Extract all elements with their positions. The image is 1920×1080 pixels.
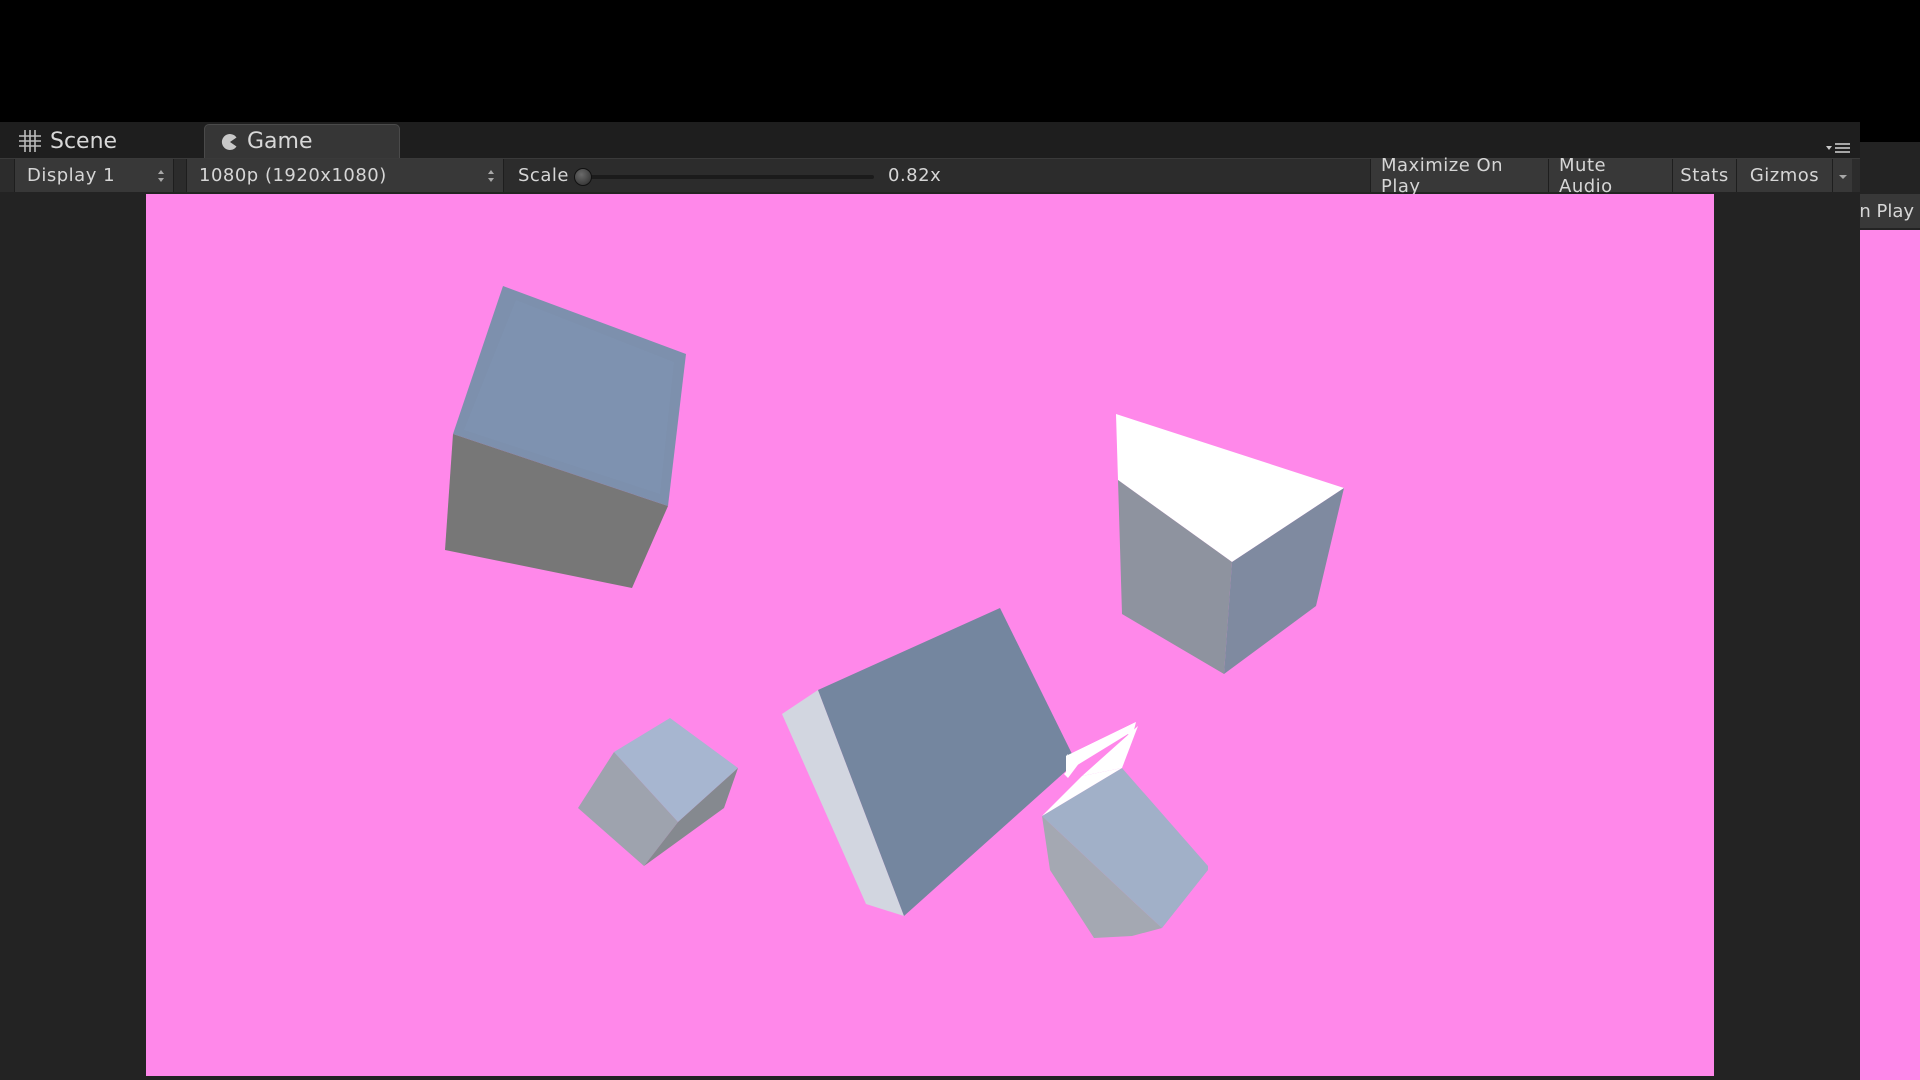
side-maximize-label: n Play [1860, 200, 1914, 222]
resolution-dropdown-label: 1080p (1920x1080) [199, 165, 387, 186]
tab-bar: Scene Game [0, 122, 1860, 158]
up-down-arrows-icon [157, 168, 165, 184]
tab-game-label: Game [247, 129, 313, 154]
chevron-down-icon [1838, 165, 1848, 186]
panel-bottom-edge [0, 1076, 1860, 1080]
scale-slider-thumb[interactable] [574, 168, 592, 186]
game-window: Scene Game Display 1 1080p (1920x1080) S… [0, 122, 1860, 1080]
gizmos-button[interactable]: Gizmos [1736, 159, 1832, 192]
secondary-game-window: n Play [1860, 142, 1920, 1080]
game-viewport[interactable] [146, 194, 1714, 1076]
tab-scene[interactable]: Scene [18, 124, 198, 158]
scale-slider-track[interactable] [578, 175, 874, 179]
tab-game[interactable]: Game [204, 124, 400, 158]
tab-scene-label: Scene [50, 128, 118, 154]
maximize-on-play-button[interactable]: Maximize On Play [1370, 155, 1548, 197]
stats-button[interactable]: Stats [1672, 159, 1736, 192]
scale-label: Scale [518, 165, 569, 186]
mute-audio-button[interactable]: Mute Audio [1548, 155, 1672, 197]
game-toolbar: Display 1 1080p (1920x1080) Scale 0.82x … [0, 155, 1860, 197]
cube-lower-left [578, 718, 738, 866]
cube-upper-right [1116, 414, 1344, 674]
cube-center [782, 608, 1076, 916]
resolution-dropdown[interactable]: 1080p (1920x1080) [186, 159, 504, 192]
scale-value: 0.82x [888, 165, 942, 186]
display-dropdown-label: Display 1 [27, 165, 116, 186]
cube-upper-left [445, 286, 686, 588]
pacman-icon [221, 133, 239, 151]
display-dropdown[interactable]: Display 1 [14, 159, 174, 192]
side-maximize-button[interactable]: n Play [1860, 194, 1920, 228]
up-down-arrows-icon [487, 168, 495, 184]
side-viewport [1860, 230, 1920, 1080]
screen: Scene Game Display 1 1080p (1920x1080) S… [0, 0, 1920, 1080]
gizmos-dropdown-arrow[interactable] [1832, 159, 1852, 192]
grid-icon [18, 129, 42, 153]
tab-menu-icon[interactable] [1824, 140, 1852, 156]
